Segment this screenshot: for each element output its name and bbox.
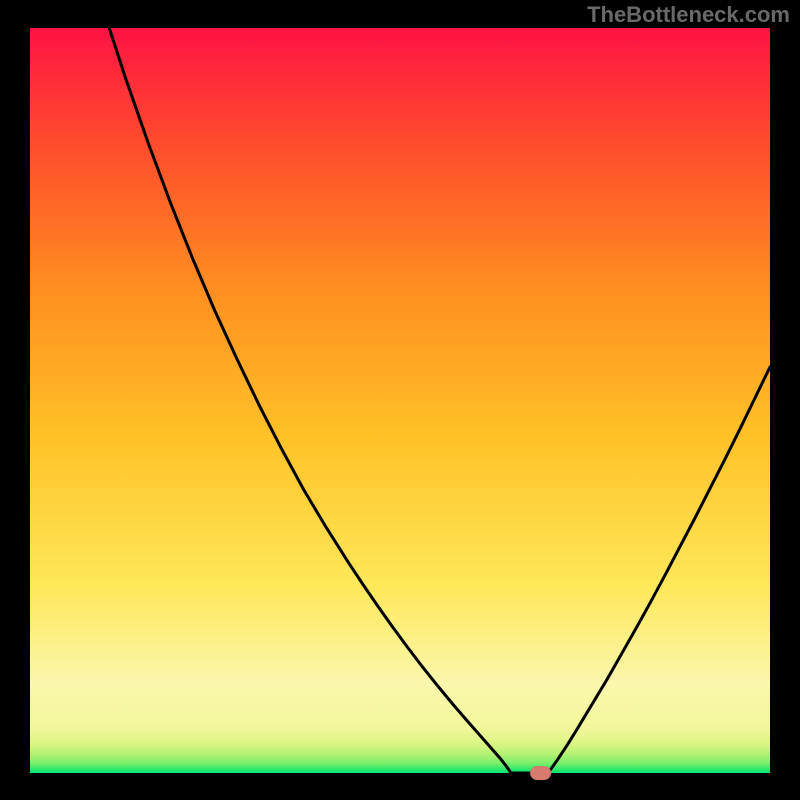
chart-frame: { "watermark": "TheBottleneck.com", "cha… (0, 0, 800, 800)
optimal-marker (530, 766, 551, 780)
gradient-background (30, 28, 770, 773)
bottleneck-chart (0, 0, 800, 800)
watermark-text: TheBottleneck.com (587, 2, 790, 28)
